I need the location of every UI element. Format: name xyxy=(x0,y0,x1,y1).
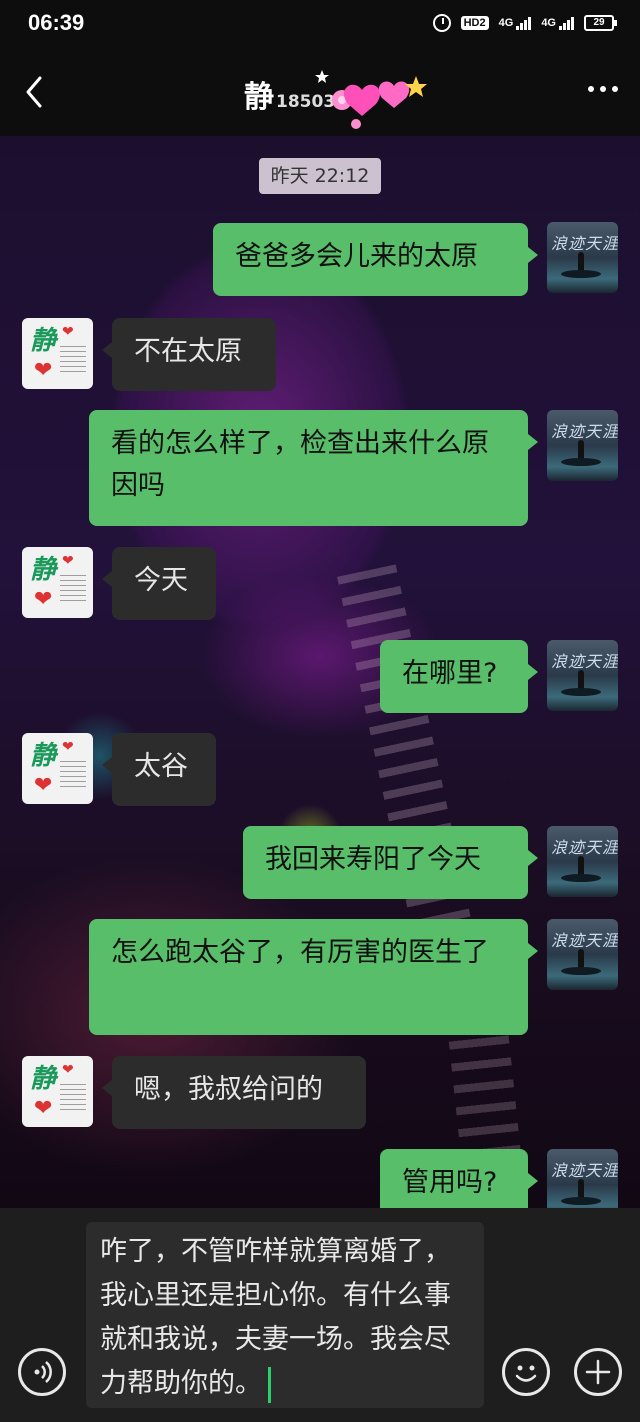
network-label-2: 4G xyxy=(541,16,556,29)
hd-badge: HD2 xyxy=(460,16,489,30)
message-input-text: 咋了，不管咋样就算离婚了，我心里还是担心你。有什么事就和我说，夫妻一场。我会尽力… xyxy=(100,1236,451,1399)
message-bubble-received[interactable]: 嗯，我叔给问的 xyxy=(102,1056,366,1129)
avatar-text: 浪迹天涯 xyxy=(551,931,618,950)
message-bubble-sent[interactable]: 我回来寿阳了今天 xyxy=(243,826,538,899)
message-bubble-sent[interactable]: 管用吗? xyxy=(380,1149,538,1208)
avatar-text: 浪迹天涯 xyxy=(551,652,618,671)
chat-area[interactable]: 昨天 22:12 爸爸多会儿来的太原 浪迹天涯 静 ❤ ❤ 不在太原 看的怎么样了，… xyxy=(0,136,640,1208)
message-bubble-sent[interactable]: 在哪里? xyxy=(380,640,538,713)
my-avatar[interactable]: 浪迹天涯 xyxy=(547,1149,618,1208)
avatar-text: 静 xyxy=(30,1064,57,1094)
heart-decoration-icon xyxy=(315,70,427,129)
avatar-text: 静 xyxy=(30,741,57,771)
plus-icon[interactable] xyxy=(574,1348,622,1396)
contact-name: 静 xyxy=(244,80,274,115)
more-dots-icon[interactable] xyxy=(588,86,618,92)
message-timestamp: 昨天 22:12 xyxy=(259,158,381,194)
avatar-text: 浪迹天涯 xyxy=(551,838,618,857)
my-avatar[interactable]: 浪迹天涯 xyxy=(547,640,618,711)
contact-avatar[interactable]: 静 ❤ ❤ xyxy=(22,547,93,618)
contact-avatar[interactable]: 静 ❤ ❤ xyxy=(22,733,93,804)
message-bubble-received[interactable]: 太谷 xyxy=(102,733,216,806)
my-avatar[interactable]: 浪迹天涯 xyxy=(547,826,618,897)
alarm-icon xyxy=(432,14,451,32)
contact-avatar[interactable]: 静 ❤ ❤ xyxy=(22,1056,93,1127)
battery-icon: 29 xyxy=(584,15,617,31)
signal-icon: 4G xyxy=(498,16,532,30)
message-bubble-sent[interactable]: 看的怎么样了，检查出来什么原因吗 xyxy=(89,410,538,526)
signal-icon-2: 4G xyxy=(541,16,574,30)
message-bubble-sent[interactable]: 怎么跑太谷了，有厉害的医生了 xyxy=(89,919,538,1035)
avatar-text: 浪迹天涯 xyxy=(551,234,618,253)
avatar-text: 浪迹天涯 xyxy=(551,1161,618,1180)
avatar-text: 浪迹天涯 xyxy=(551,422,618,441)
text-cursor xyxy=(268,1366,271,1403)
avatar-text: 静 xyxy=(30,555,57,585)
message-input[interactable]: 咋了，不管咋样就算离婚了，我心里还是担心你。有什么事就和我说，夫妻一场。我会尽力… xyxy=(86,1222,484,1408)
message-bubble-received[interactable]: 今天 xyxy=(102,547,216,620)
my-avatar[interactable]: 浪迹天涯 xyxy=(547,919,618,990)
my-avatar[interactable]: 浪迹天涯 xyxy=(547,410,618,481)
message-bubble-received[interactable]: 不在太原 xyxy=(102,318,276,391)
emoji-icon[interactable] xyxy=(502,1348,550,1396)
message-bubble-sent[interactable]: 爸爸多会儿来的太原 xyxy=(213,223,538,296)
chat-header: 静 18503 xyxy=(0,50,640,136)
status-icons: HD2 4G 4G 29 xyxy=(432,14,617,32)
my-avatar[interactable]: 浪迹天涯 xyxy=(547,222,618,293)
status-bar: 06:39 HD2 4G 4G 29 xyxy=(0,0,640,50)
chevron-left-icon[interactable] xyxy=(18,74,54,110)
status-time: 06:39 xyxy=(28,10,85,35)
avatar-text: 静 xyxy=(30,326,57,356)
contact-avatar[interactable]: 静 ❤ ❤ xyxy=(22,318,93,389)
input-bar: 咋了，不管咋样就算离婚了，我心里还是担心你。有什么事就和我说，夫妻一场。我会尽力… xyxy=(0,1208,640,1422)
network-label-1: 4G xyxy=(498,16,514,29)
voice-icon[interactable] xyxy=(18,1348,66,1396)
